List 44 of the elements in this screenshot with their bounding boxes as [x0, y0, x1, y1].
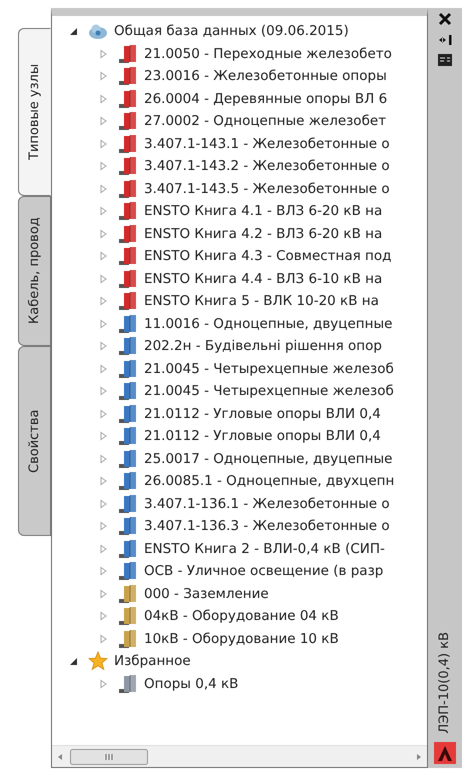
auto-hide-icon[interactable] — [438, 34, 452, 46]
tree-item-label[interactable]: Избранное — [114, 651, 191, 672]
expanded-arrow-icon[interactable] — [68, 26, 78, 36]
tree-item-label[interactable]: Опоры 0,4 кВ — [144, 674, 238, 694]
tree-item-label[interactable]: 3.407.1-136.3 - Железобетонные о — [144, 516, 390, 536]
tree-item-label[interactable]: 21.0112 - Угловые опоры ВЛИ 0,4 — [144, 404, 381, 424]
scroll-right-arrow-icon[interactable] — [415, 752, 423, 762]
tree-item-label[interactable]: 202.2н - Будівельні рішення опор — [144, 336, 382, 356]
expanded-arrow-icon[interactable] — [68, 656, 78, 666]
palette-title: ЛЭП-10(0,4) кВ — [436, 632, 454, 734]
properties-icon[interactable] — [438, 54, 452, 66]
tree-item-label[interactable]: 25.0017 - Одноцепные, двуцепные — [144, 448, 392, 469]
side-tab[interactable]: Свойства — [18, 346, 51, 536]
tree-item-label[interactable]: 23.0016 - Железобетонные опоры — [144, 66, 387, 86]
tree-item-label[interactable]: ENSTO Книга 2 - ВЛИ-0,4 кВ (СИП- — [144, 538, 385, 559]
app-logo-icon[interactable] — [434, 742, 456, 764]
tree-item-label[interactable]: 21.0045 - Четырехцепные железоб — [144, 358, 394, 379]
tree-item-label[interactable]: 21.0112 - Угловые опоры ВЛИ 0,4 — [144, 426, 381, 446]
tree-item-label[interactable]: ENSTO Книга 5 - ВЛК 10-20 кВ на — [144, 291, 379, 312]
tree-item-label[interactable]: 26.0085.1 - Одноцепные, двухцепн — [144, 471, 394, 492]
tree-item-label[interactable]: ENSTO Книга 4.4 - ВЛЗ 6-10 кВ на — [144, 268, 382, 289]
tree-item-label[interactable]: ENSTO Книга 4.2 - ВЛЗ 6-20 кВ на — [144, 224, 382, 244]
tree-item-label[interactable]: 10кВ - Оборудование 10 кВ — [144, 628, 339, 649]
tree-item-label[interactable]: 26.0004 - Деревянные опоры ВЛ 6 — [144, 88, 388, 109]
side-tab[interactable]: Типовые узлы — [18, 28, 51, 196]
tree-item-label[interactable]: ENSTO Книга 4.1 - ВЛЗ 6-20 кВ на — [144, 201, 382, 222]
tree-item-label[interactable]: 3.407.1-143.2 - Железобетонные о — [144, 156, 390, 176]
tree-item-label[interactable]: 3.407.1-143.1 - Железобетонные о — [144, 134, 390, 154]
scroll-left-arrow-icon[interactable] — [56, 752, 64, 762]
tree-item-label[interactable]: Общая база данных (09.06.2015) — [114, 21, 349, 42]
side-tab[interactable]: Кабель, провод — [18, 196, 51, 346]
tree-item-label[interactable]: 27.0002 - Одноцепные железобет — [144, 111, 386, 132]
tree-item-label[interactable]: 21.0045 - Четырехцепные железоб — [144, 381, 394, 402]
tree-item-label[interactable]: 3.407.1-143.5 - Железобетонные о — [144, 178, 390, 199]
scrollbar-thumb[interactable] — [70, 748, 148, 764]
star-icon — [88, 651, 108, 672]
tree-item-label[interactable]: 04кВ - Оборудование 04 кВ — [144, 606, 339, 626]
tree-item-label[interactable]: 11.0016 - Одноцепные, двуцепные — [144, 314, 392, 334]
close-icon[interactable] — [438, 12, 452, 26]
tree-item-label[interactable]: 000 - Заземление — [144, 584, 269, 604]
tree-item-label[interactable]: ENSTO Книга 4.3 - Совместная под — [144, 246, 392, 266]
tree-item-label[interactable]: ОСВ - Уличное освещение (в разр — [144, 561, 384, 582]
tree-item-label[interactable]: 3.407.1-136.1 - Железобетонные о — [144, 494, 390, 514]
tree-item-label[interactable]: 21.0050 - Переходные железобето — [144, 44, 392, 64]
